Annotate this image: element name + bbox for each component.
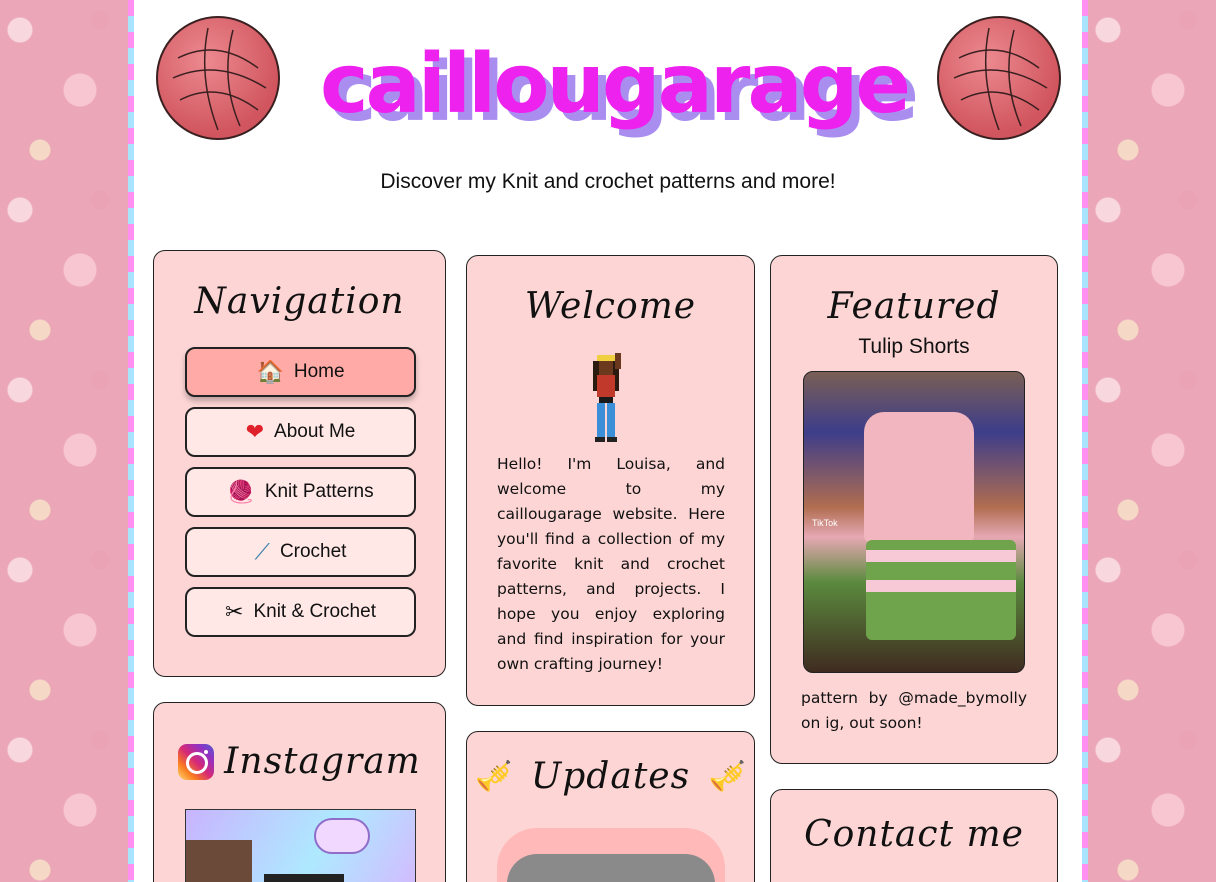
instagram-preview-image[interactable] xyxy=(185,809,416,882)
site-title: caillougarage xyxy=(319,37,911,132)
image-watermark: TikTok xyxy=(812,518,838,528)
instagram-header: Instagram xyxy=(154,741,445,782)
featured-credit: pattern by @made_bymolly on ig, out soon… xyxy=(801,689,1027,732)
house-icon: 🏠 xyxy=(256,359,284,384)
stripe-border-right xyxy=(1082,0,1088,882)
tagline: Discover my Knit and crochet patterns an… xyxy=(380,170,836,193)
instagram-title: Instagram xyxy=(224,741,421,782)
welcome-title: Welcome xyxy=(524,286,697,327)
image-detail xyxy=(866,580,1016,592)
nav-label: Knit & Crochet xyxy=(253,601,376,622)
welcome-card: Welcome Hello! I'm Louisa, and welcome t… xyxy=(466,255,755,706)
nav-button-about-me[interactable]: ❤ About Me xyxy=(185,407,416,457)
nav-button-knit-patterns[interactable]: 🧶 Knit Patterns xyxy=(185,467,416,517)
pixel-avatar-icon xyxy=(593,353,621,442)
site-header: caillougarage Discover my Knit and croch… xyxy=(134,0,1082,230)
nav-list: 🏠 Home ❤ About Me 🧶 Knit Patterns ⟋ Croc… xyxy=(185,347,416,647)
nav-label: About Me xyxy=(274,421,356,442)
knitting-icon: 🧶 xyxy=(227,479,255,504)
featured-card: Featured Tulip Shorts TikTok pattern by … xyxy=(770,255,1058,764)
trumpet-icon: 🎺 xyxy=(475,759,513,794)
yarn-ball-icon xyxy=(937,16,1061,140)
nav-button-home[interactable]: 🏠 Home xyxy=(185,347,416,397)
featured-title: Featured xyxy=(827,286,1001,327)
doodle-background-right xyxy=(1088,0,1216,882)
navigation-card: Navigation 🏠 Home ❤ About Me 🧶 Knit Patt… xyxy=(153,250,446,677)
image-detail xyxy=(864,412,974,542)
updates-photo xyxy=(507,854,715,882)
nav-button-knit-and-crochet[interactable]: ✂ Knit & Crochet xyxy=(185,587,416,637)
updates-card: 🎺 Updates 🎺 xyxy=(466,731,755,882)
updates-header: 🎺 Updates 🎺 xyxy=(475,756,746,797)
preview-photo xyxy=(186,840,252,882)
image-detail xyxy=(866,550,1016,562)
nav-label: Crochet xyxy=(279,541,347,562)
updates-image-frame xyxy=(497,828,725,882)
preview-photo xyxy=(264,874,344,882)
nav-label: Knit Patterns xyxy=(264,481,374,502)
scissors-icon: ✂ xyxy=(225,599,244,624)
contact-title: Contact me xyxy=(804,814,1024,855)
featured-image[interactable]: TikTok xyxy=(803,371,1025,673)
navigation-title: Navigation xyxy=(194,281,405,322)
featured-subtitle: Tulip Shorts xyxy=(858,335,970,358)
crochet-hook-icon: ⟋ xyxy=(254,539,270,564)
doodle-background-left xyxy=(0,0,130,882)
nav-label: Home xyxy=(293,361,345,382)
contact-card: Contact me xyxy=(770,789,1058,882)
heart-icon: ❤ xyxy=(245,419,265,444)
trumpet-icon: 🎺 xyxy=(708,759,746,794)
cloud-icon xyxy=(314,818,370,854)
yarn-ball-icon xyxy=(156,16,280,140)
nav-button-crochet[interactable]: ⟋ Crochet xyxy=(185,527,416,577)
welcome-text: Hello! I'm Louisa, and welcome to my cai… xyxy=(497,455,725,673)
instagram-card: Instagram xyxy=(153,702,446,882)
updates-title: Updates xyxy=(530,756,691,797)
main-content: caillougarage Discover my Knit and croch… xyxy=(134,0,1082,882)
instagram-icon[interactable] xyxy=(178,743,215,780)
